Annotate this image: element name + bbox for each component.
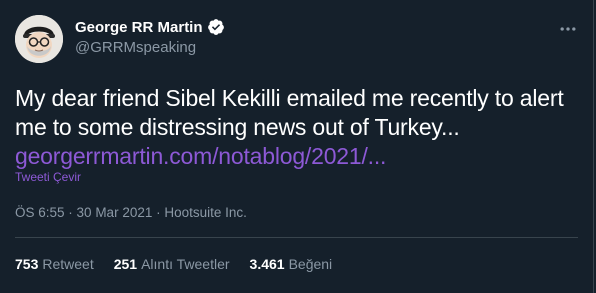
retweets-count: 753: [15, 256, 39, 272]
retweets-stat[interactable]: 753 Retweet: [15, 256, 94, 272]
quotes-label: Alıntı Tweetler: [141, 256, 230, 272]
engagement-stats: 753 Retweet 251 Alıntı Tweetler 3.461 Beğen…: [15, 256, 352, 272]
more-options-icon[interactable]: [557, 18, 579, 40]
tweet-source[interactable]: Hootsuite Inc.: [164, 205, 247, 220]
tweet-date[interactable]: 30 Mar 2021: [77, 205, 153, 220]
likes-stat[interactable]: 3.461 Beğeni: [250, 256, 333, 272]
tweet-time[interactable]: ÖS 6:55: [15, 205, 65, 220]
retweets-label: Retweet: [42, 256, 94, 272]
tweet-meta: ÖS 6:55 · 30 Mar 2021 · Hootsuite Inc.: [15, 205, 247, 220]
avatar[interactable]: [15, 15, 63, 63]
verified-badge-icon: [207, 18, 225, 36]
likes-count: 3.461: [249, 256, 285, 272]
tweet-text: My dear friend Sibel Kekilli emailed me …: [15, 84, 585, 171]
divider: [15, 237, 578, 238]
author-name[interactable]: George RR Martin: [75, 19, 203, 36]
tweet-link[interactable]: georgerrmartin.com/notablog/2021/...: [15, 142, 585, 171]
tweet-card: George RR Martin @GRRMspeaking My dear f…: [0, 0, 594, 293]
tweet-text-line-2: me to some distressing news out of Turke…: [15, 114, 460, 140]
translate-tweet-link[interactable]: Tweeti Çevir: [15, 170, 81, 184]
tweet-text-line-1: My dear friend Sibel Kekilli emailed me …: [15, 85, 564, 111]
quotes-count: 251: [113, 256, 138, 272]
author-handle[interactable]: @GRRMspeaking: [75, 39, 196, 56]
meta-separator: ·: [68, 205, 77, 220]
avatar-illustration: [15, 15, 63, 63]
likes-label: Beğeni: [288, 256, 333, 272]
author-name-row[interactable]: George RR Martin: [75, 18, 225, 36]
quote-tweets-stat[interactable]: 251 Alıntı Tweetler: [114, 256, 230, 272]
